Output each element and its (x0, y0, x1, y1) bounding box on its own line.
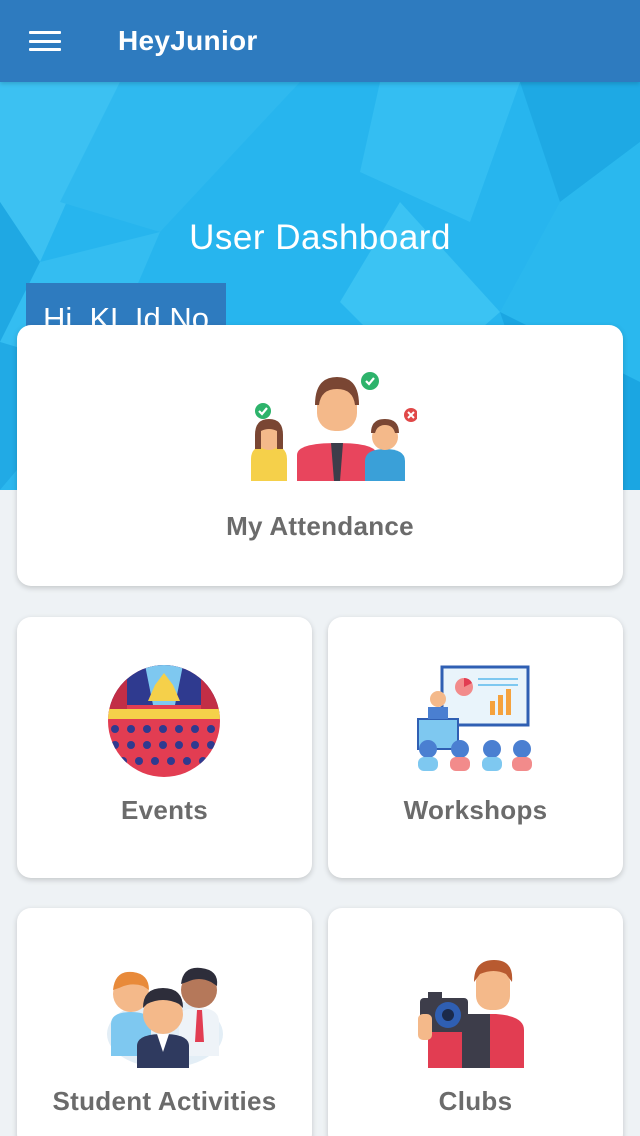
theater-stage-icon (108, 665, 220, 777)
presentation-board-icon (417, 665, 532, 771)
student-activities-card[interactable]: Student Activities (17, 908, 312, 1136)
events-card[interactable]: Events (17, 617, 312, 878)
page-title: User Dashboard (189, 218, 451, 257)
attendance-people-icon (251, 372, 417, 481)
photographer-camera-icon (418, 960, 524, 1068)
hamburger-menu-icon (29, 31, 61, 51)
attendance-label: My Attendance (226, 511, 414, 541)
workshops-card[interactable]: Workshops (328, 617, 623, 878)
events-label: Events (120, 795, 209, 825)
menu-button[interactable] (0, 0, 92, 82)
attendance-card[interactable]: My Attendance (17, 325, 623, 586)
clubs-card[interactable]: Clubs (328, 908, 623, 1136)
student-group-icon (107, 967, 223, 1068)
student-activities-label: Student Activities (52, 1086, 277, 1116)
clubs-label: Clubs (438, 1086, 513, 1116)
app-title: HeyJunior (118, 25, 258, 56)
app-bar: HeyJunior (0, 0, 640, 82)
workshops-label: Workshops (403, 795, 548, 825)
